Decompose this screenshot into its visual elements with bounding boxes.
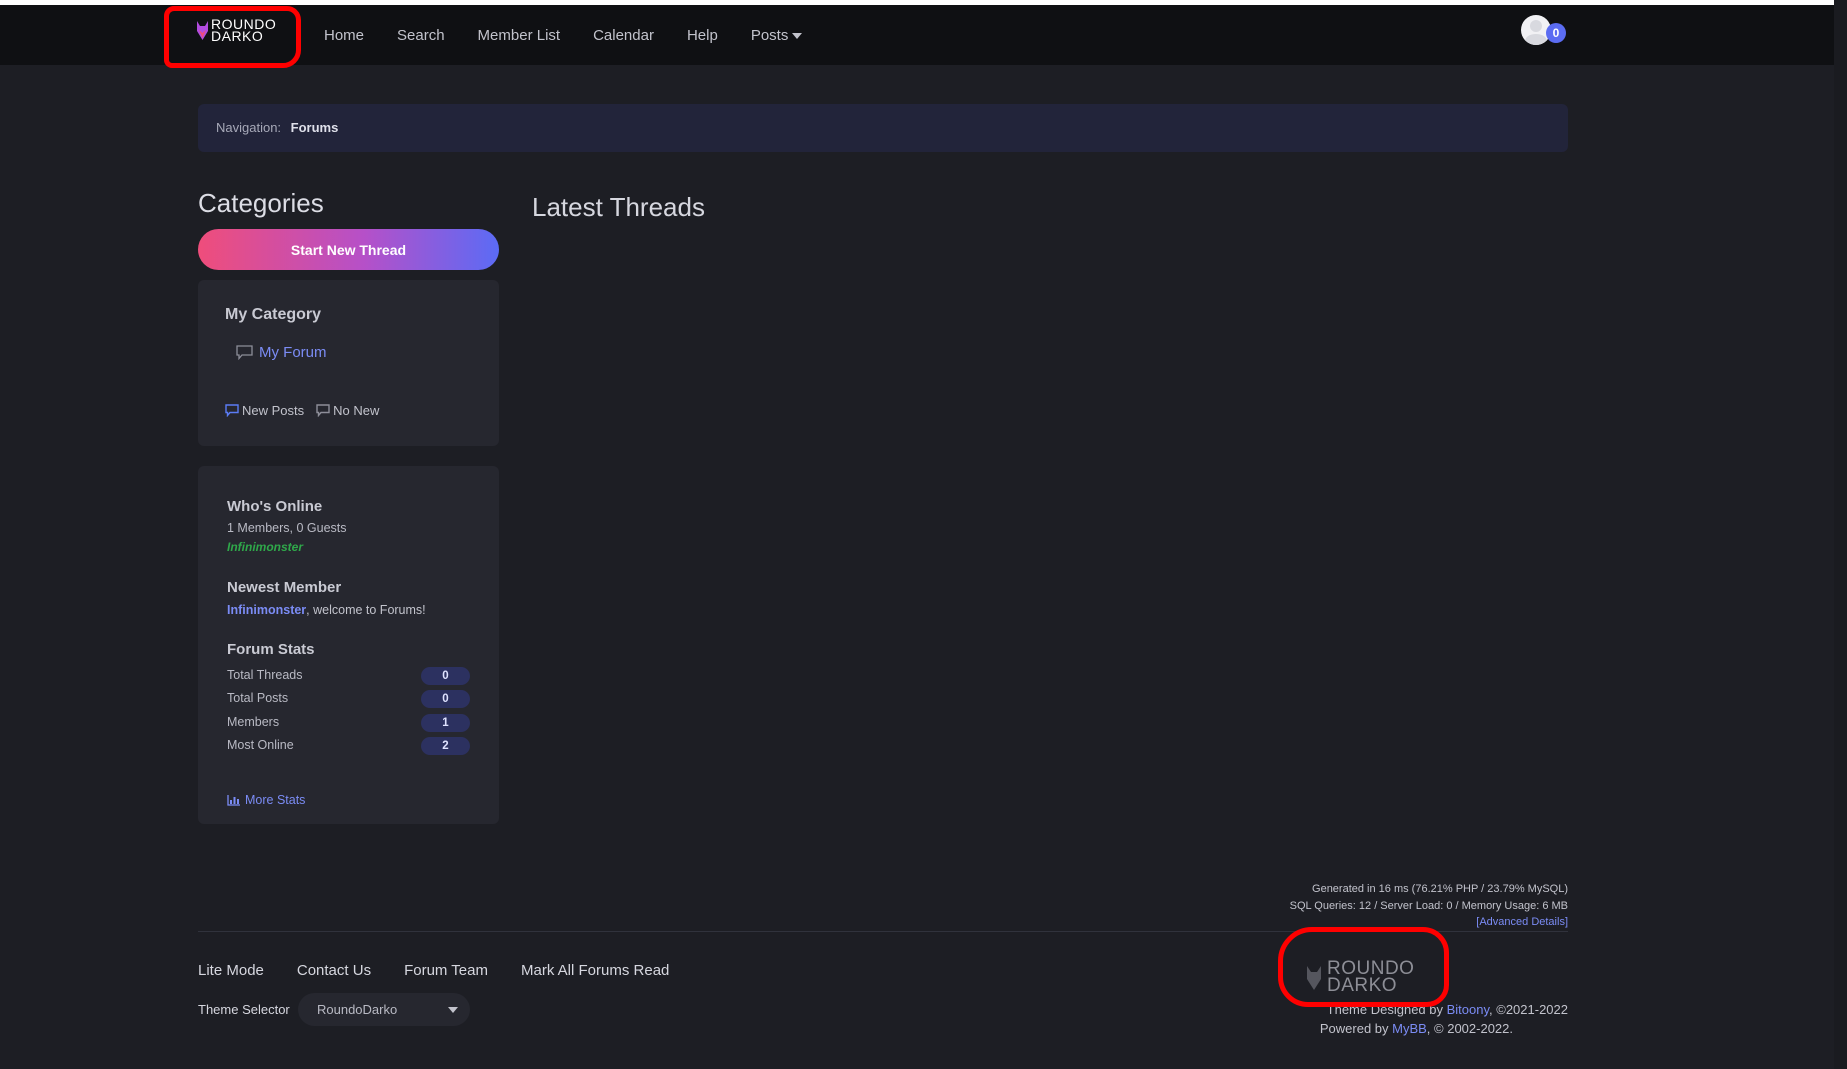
bitoony-link[interactable]: Bitoony [1447,1002,1489,1017]
debug-advanced-line: [Advanced Details] [1476,916,1568,928]
newest-member-line: Infinimonster, welcome to Forums! [227,603,426,617]
theme-selector-dropdown[interactable]: RoundoDarko [298,993,470,1026]
new-posts-icon [225,404,239,417]
notification-badge[interactable]: 0 [1546,23,1566,43]
footer-contact-us[interactable]: Contact Us [297,962,371,979]
breadcrumb-label: Navigation: [216,120,282,135]
legend-new-posts: New Posts [242,403,305,418]
more-stats-label: More Stats [245,793,306,807]
footer-lite-mode[interactable]: Lite Mode [198,962,264,979]
mybb-link[interactable]: MyBB [1392,1021,1427,1036]
category-panel: My Category My Forum New Posts No New [198,280,499,446]
scrollbar[interactable] [1834,0,1847,1069]
forum-stats-title: Forum Stats [227,641,315,658]
forum-link[interactable]: My Forum [236,344,327,361]
stat-label: Total Posts [227,691,289,705]
chevron-down-icon [448,1007,458,1013]
debug-generated: Generated in 16 ms (76.21% PHP / 23.79% … [1312,883,1568,895]
powered-by: Powered by MyBB, © 2002-2022. [1319,1021,1513,1036]
newest-member-welcome: , welcome to Forums! [306,603,426,617]
start-new-thread-button[interactable]: Start New Thread [198,229,499,270]
red-annotation-circle [164,6,301,68]
nav-member-list[interactable]: Member List [478,27,561,44]
more-stats-link[interactable]: More Stats [227,793,305,807]
debug-queries: SQL Queries: 12 / Server Load: 0 / Memor… [1289,900,1568,912]
nav-posts-dropdown[interactable]: Posts [751,27,803,44]
whos-online-title: Who's Online [227,498,323,515]
stat-value-badge: 2 [421,737,470,755]
stat-value-badge: 0 [421,690,470,708]
footer-forum-team[interactable]: Forum Team [404,962,488,979]
main-nav: Home Search Member List Calendar Help Po… [324,5,835,65]
nav-home[interactable]: Home [324,27,364,44]
speech-bubble-icon [236,345,253,360]
stat-value-badge: 1 [421,714,470,732]
footer-links: Lite Mode Contact Us Forum Team Mark All… [198,962,702,979]
legend-no-new: No New [333,403,380,418]
stat-row: Total Posts 0 [227,690,470,708]
nav-posts-label: Posts [750,26,789,44]
stats-panel: Who's Online 1 Members, 0 Guests Infinim… [198,466,499,824]
stat-label: Total Threads [227,668,303,682]
stat-value-badge: 0 [421,667,470,685]
caret-down-icon [792,32,803,39]
breadcrumb-current[interactable]: Forums [291,120,339,135]
stat-row: Members 1 [227,714,470,732]
online-user-link[interactable]: Infinimonster [227,540,303,554]
stat-row: Most Online 2 [227,737,470,755]
footer-mark-read[interactable]: Mark All Forums Read [521,962,669,979]
categories-heading: Categories [198,188,324,218]
theme-selector-label: Theme Selector [198,1002,290,1017]
newest-member-title: Newest Member [227,579,342,596]
theme-selector-value: RoundoDarko [317,1002,398,1017]
bar-chart-icon [227,794,240,806]
forum-link-label: My Forum [259,344,327,361]
nav-help[interactable]: Help [687,27,718,44]
latest-threads-heading: Latest Threads [532,192,705,222]
no-new-posts-icon [316,404,330,417]
category-title[interactable]: My Category [225,306,321,324]
breadcrumb: Navigation: Forums [198,104,1568,152]
stat-label: Members [227,715,280,729]
stat-row: Total Threads 0 [227,667,470,685]
stat-label: Most Online [227,738,294,752]
newest-member-link[interactable]: Infinimonster [227,603,306,617]
forum-legend: New Posts No New [225,403,391,418]
nav-search[interactable]: Search [397,27,445,44]
nav-calendar[interactable]: Calendar [593,27,654,44]
online-summary: 1 Members, 0 Guests [227,521,347,535]
advanced-details-link[interactable]: [Advanced Details] [1476,916,1568,928]
red-annotation-circle [1278,927,1449,1007]
